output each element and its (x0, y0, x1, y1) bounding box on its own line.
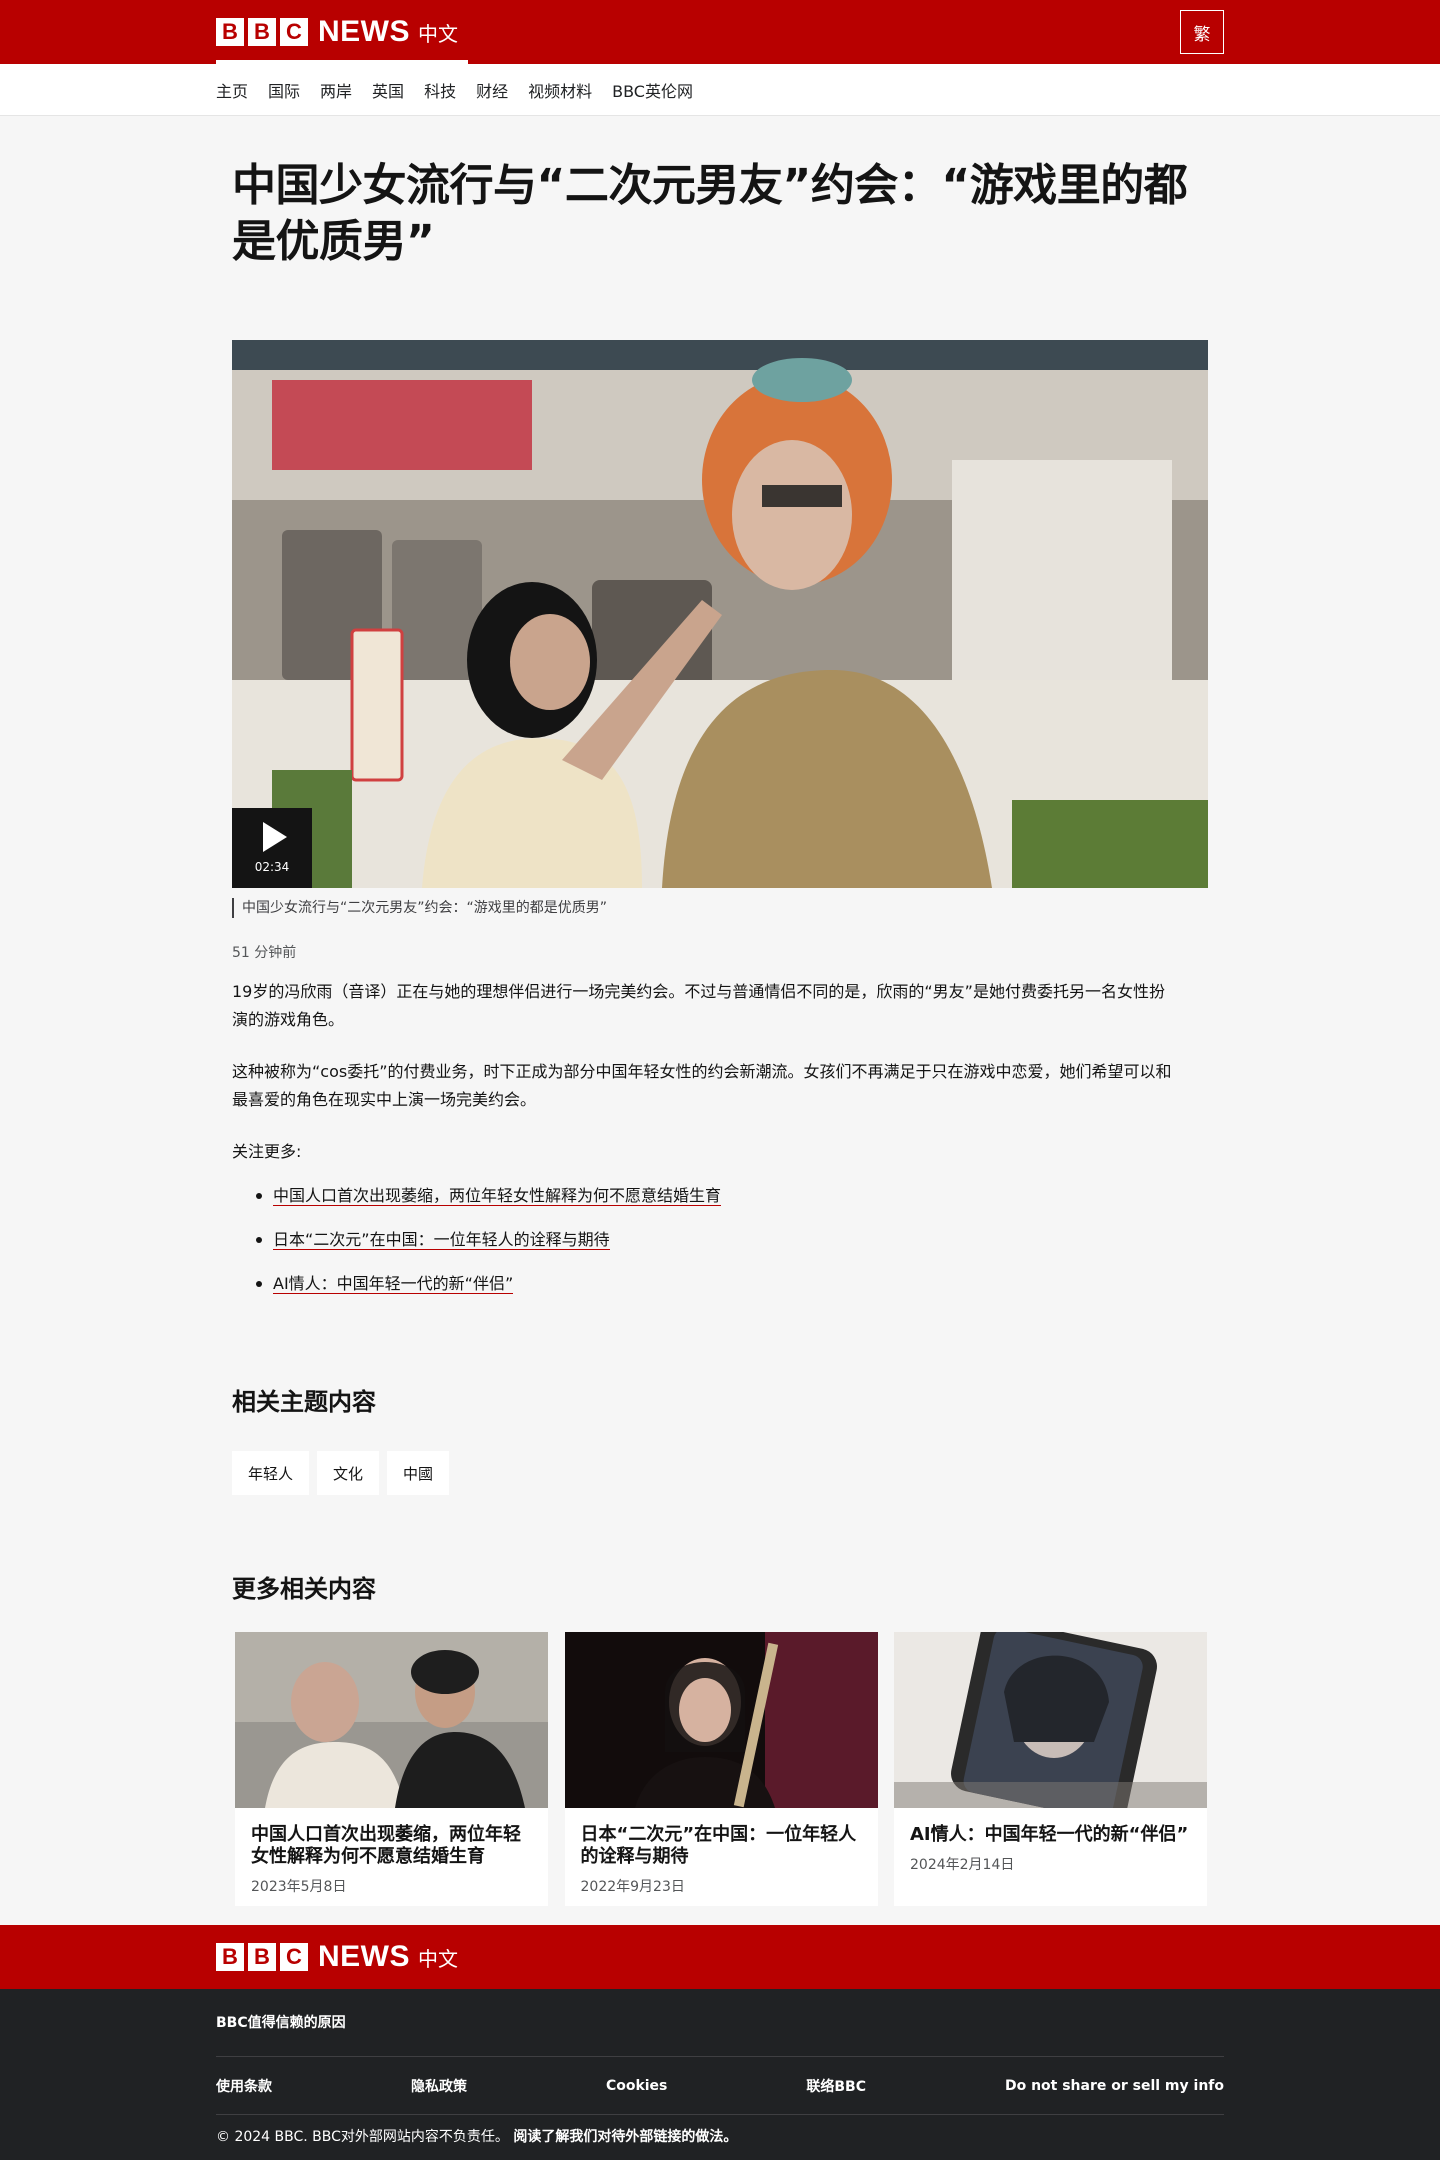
footer-links: 使用条款 隐私政策 Cookies 联络BBC Do not share or … (216, 2057, 1224, 2115)
footer-link-terms[interactable]: 使用条款 (216, 2076, 272, 2096)
logo-news: NEWS (318, 1940, 410, 1973)
play-button[interactable]: 02:34 (232, 808, 312, 888)
related-card-ai-lover[interactable]: AI情人：中国年轻一代的新“伴侣” 2024年2月14日 (894, 1632, 1207, 1906)
topic-tag-culture[interactable]: 文化 (317, 1451, 380, 1495)
card-title: 中国人口首次出现萎缩，两位年轻女性解释为何不愿意结婚生育 (251, 1824, 521, 1867)
related-card-anime[interactable]: 日本“二次元”在中国：一位年轻人的诠释与期待 2022年9月23日 (564, 1632, 878, 1906)
card-image (894, 1632, 1207, 1808)
nav-item-tech[interactable]: 科技 (424, 78, 456, 102)
article-headline: 中国少女流行与“二次元男友”约会：“游戏里的都是优质男” (232, 160, 1188, 267)
related-link-ai-lover[interactable]: AI情人：中国年轻一代的新“伴侣” (273, 1274, 514, 1294)
card-date: 2024年2月14日 (910, 1857, 1015, 1873)
logo-letter-b2: B (248, 18, 276, 46)
related-links-list: 中国人口首次出现萎缩，两位年轻女性解释为何不愿意结婚生育 日本“二次元”在中国：… (232, 1184, 1208, 1316)
nav-item-bbc-uk-china[interactable]: BBC英伦网 (612, 78, 693, 102)
logo-letter-c: C (280, 18, 308, 46)
related-card-population[interactable]: 中国人口首次出现萎缩，两位年轻女性解释为何不愿意结婚生育 2023年5月8日 (235, 1632, 548, 1906)
footer-link-privacy[interactable]: 隐私政策 (411, 2076, 467, 2096)
footer-link-cookies[interactable]: Cookies (606, 2078, 667, 2094)
video-player[interactable]: 02:34 (232, 340, 1208, 888)
card-image (235, 1632, 548, 1808)
video-still-image (232, 340, 1208, 888)
play-icon (263, 822, 287, 852)
related-cards: 中国人口首次出现萎缩，两位年轻女性解释为何不愿意结婚生育 2023年5月8日 日… (235, 1632, 1207, 1906)
logo-letter-b1: B (216, 1943, 244, 1971)
footer-copyright: © 2024 BBC. BBC对外部网站内容不负责任。 阅读了解我们对待外部链接… (216, 2115, 1224, 2159)
footer: BBC值得信赖的原因 使用条款 隐私政策 Cookies 联络BBC Do no… (0, 1989, 1440, 2160)
card-title: AI情人：中国年轻一代的新“伴侣” (910, 1824, 1189, 1845)
video-duration: 02:34 (254, 860, 290, 874)
logo-language: 中文 (418, 1946, 458, 1971)
list-item: 中国人口首次出现萎缩，两位年轻女性解释为何不愿意结婚生育 (256, 1184, 1208, 1228)
logo-language: 中文 (418, 21, 458, 46)
card-date: 2022年9月23日 (580, 1879, 685, 1895)
logo-letter-b1: B (216, 18, 244, 46)
footer-why-trust-bbc-link[interactable]: BBC值得信赖的原因 (216, 2015, 346, 2031)
external-links-policy-link[interactable]: 阅读了解我们对待外部链接的做法。 (513, 2129, 737, 2145)
nav-item-business[interactable]: 财经 (476, 78, 508, 102)
traditional-chinese-toggle[interactable]: 繁 (1180, 10, 1224, 54)
topic-tags: 年轻人 文化 中國 (232, 1451, 1208, 1495)
logo-letter-b2: B (248, 1943, 276, 1971)
follow-more-label: 关注更多: (232, 1142, 302, 1161)
card-title: 日本“二次元”在中国：一位年轻人的诠释与期待 (580, 1824, 857, 1867)
footer-link-do-not-sell[interactable]: Do not share or sell my info (1005, 2078, 1224, 2094)
logo-active-underline (216, 60, 468, 64)
masthead: B B C NEWS 中文 繁 (0, 0, 1440, 64)
logo-news: NEWS (318, 15, 410, 48)
article-paragraph-1: 19岁的冯欣雨（音译）正在与她的理想伴侣进行一场完美约会。不过与普通情侣不同的是… (232, 982, 1165, 1029)
card-date: 2023年5月8日 (251, 1879, 347, 1895)
article-timestamp: 51 分钟前 (232, 945, 297, 961)
related-link-population[interactable]: 中国人口首次出现萎缩，两位年轻女性解释为何不愿意结婚生育 (273, 1186, 722, 1206)
logo-letter-c: C (280, 1943, 308, 1971)
main-navigation: 主页 国际 两岸 英国 科技 财经 视频材料 BBC英伦网 (0, 64, 1440, 116)
footer-bbc-news-logo[interactable]: B B C NEWS 中文 (216, 1925, 458, 1989)
article: 中国少女流行与“二次元男友”约会：“游戏里的都是优质男” 02:34 中国少女流… (232, 158, 1208, 1906)
more-related-heading: 更多相关内容 (232, 1575, 376, 1603)
nav-item-video[interactable]: 视频材料 (528, 78, 592, 102)
nav-item-international[interactable]: 国际 (268, 78, 300, 102)
topic-tag-young-people[interactable]: 年轻人 (232, 1451, 310, 1495)
footer-link-contact[interactable]: 联络BBC (806, 2076, 866, 2096)
related-topics-heading: 相关主题内容 (232, 1388, 376, 1416)
nav-item-home[interactable]: 主页 (216, 78, 248, 102)
bbc-news-logo[interactable]: B B C NEWS 中文 (216, 0, 468, 64)
topic-tag-china[interactable]: 中國 (387, 1451, 450, 1495)
list-item: 日本“二次元”在中国：一位年轻人的诠释与期待 (256, 1228, 1208, 1272)
article-paragraph-2: 这种被称为“cos委托”的付费业务，时下正成为部分中国年轻女性的约会新潮流。女孩… (232, 1062, 1172, 1109)
card-image (564, 1632, 878, 1808)
nav-item-cross-strait[interactable]: 两岸 (320, 78, 352, 102)
footer-masthead: B B C NEWS 中文 (0, 1925, 1440, 1989)
copyright-text: © 2024 BBC. BBC对外部网站内容不负责任。 (216, 2129, 509, 2145)
nav-item-uk[interactable]: 英国 (372, 78, 404, 102)
list-item: AI情人：中国年轻一代的新“伴侣” (256, 1272, 1208, 1316)
related-link-anime[interactable]: 日本“二次元”在中国：一位年轻人的诠释与期待 (273, 1230, 610, 1250)
video-caption: 中国少女流行与“二次元男友”约会：“游戏里的都是优质男” (232, 898, 1208, 918)
